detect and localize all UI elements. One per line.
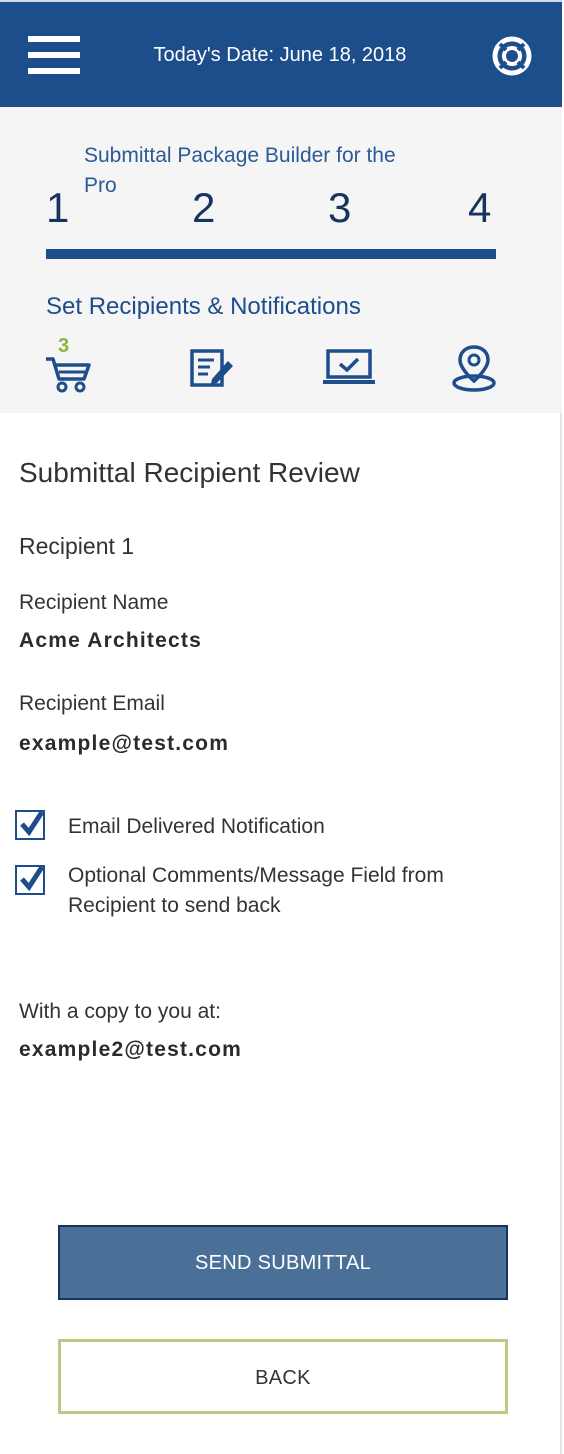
builder-title: Submittal Package Builder for the Pro xyxy=(84,144,396,197)
cart-step[interactable]: 3 xyxy=(44,335,94,393)
step-1[interactable]: 1 xyxy=(46,183,69,233)
lifebuoy-help-icon[interactable] xyxy=(492,36,532,76)
page-title: Submittal Recipient Review xyxy=(19,457,360,488)
copy-email-value: example2@test.com xyxy=(19,1038,242,1061)
top-header: Today's Date: June 18, 2018 xyxy=(0,0,562,107)
todays-date: Today's Date: June 18, 2018 xyxy=(153,44,407,66)
laptop-check-icon xyxy=(323,349,375,384)
email-delivered-label: Email Delivered Notification xyxy=(68,815,325,838)
recipient-heading: Recipient 1 xyxy=(19,533,135,559)
step-progress-bar xyxy=(46,249,496,259)
send-submittal-button[interactable]: SEND SUBMITTAL xyxy=(58,1225,508,1300)
hamburger-menu-icon[interactable] xyxy=(28,36,80,74)
optional-comments-checkbox[interactable] xyxy=(15,865,45,895)
checkmark-icon xyxy=(20,810,45,837)
checkmark-icon xyxy=(20,865,45,892)
step-3[interactable]: 3 xyxy=(328,183,351,233)
recipient-name-value: Acme Architects xyxy=(19,629,202,652)
copy-label: With a copy to you at: xyxy=(19,1000,221,1023)
current-step-label: Set Recipients & Notifications xyxy=(46,293,361,320)
back-button[interactable]: BACK xyxy=(58,1339,508,1414)
step-progress-panel: Submittal Package Builder for the Pro 1 … xyxy=(0,107,562,413)
email-delivered-checkbox[interactable] xyxy=(15,810,45,840)
location-step[interactable] xyxy=(450,343,498,393)
cart-icon xyxy=(46,357,91,393)
step-4[interactable]: 4 xyxy=(468,183,491,233)
recipient-email-value: example@test.com xyxy=(19,732,230,755)
optional-comments-label: Optional Comments/Message Field from Rec… xyxy=(68,864,444,917)
step-2[interactable]: 2 xyxy=(192,183,215,233)
document-edit-step[interactable] xyxy=(190,349,236,395)
app-frame: Today's Date: June 18, 2018 Submittal Pa… xyxy=(0,0,562,1454)
laptop-check-step[interactable] xyxy=(322,349,376,389)
recipient-email-label: Recipient Email xyxy=(19,692,165,715)
location-pin-icon xyxy=(452,345,496,392)
document-edit-icon xyxy=(190,349,233,387)
recipient-name-label: Recipient Name xyxy=(19,591,169,614)
